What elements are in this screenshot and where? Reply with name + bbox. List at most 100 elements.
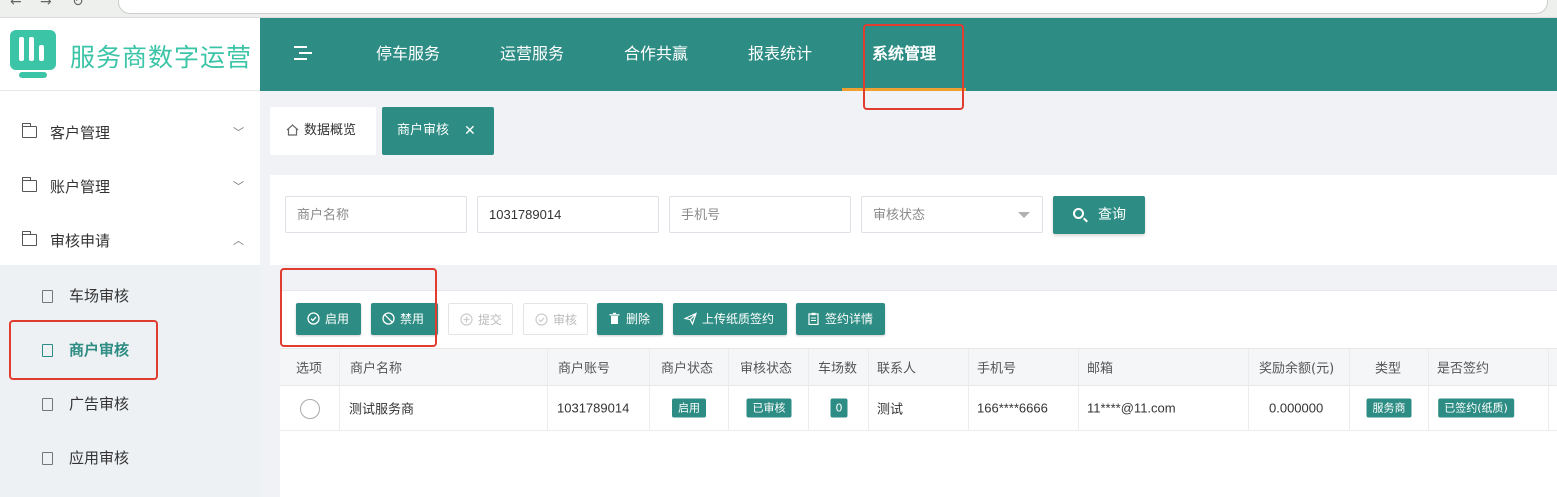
header-cell: 车场数 (809, 349, 869, 385)
folder-icon (21, 123, 37, 138)
row-cell: 已审核 (729, 386, 809, 430)
search-icon (1073, 208, 1084, 219)
nav-operation-service[interactable]: 运营服务 (492, 18, 572, 91)
sidebar-item-label: 应用审核 (69, 449, 130, 467)
row-cell: 已签约(纸质) (1429, 386, 1549, 430)
cell-reward-balance: 0.000000 (1269, 400, 1324, 416)
phone-input[interactable]: 手机号 (669, 196, 851, 233)
app-logo-base (19, 72, 47, 78)
audit-button[interactable]: 审核 (523, 303, 588, 335)
nav-cooperation[interactable]: 合作共赢 (616, 18, 696, 91)
header-audit-status: 审核状态 (740, 361, 793, 377)
close-icon[interactable]: ✕ (464, 107, 476, 155)
trash-icon (609, 312, 620, 324)
table-header: 选项 商户名称 商户账号 商户状态 审核状态 车场数 联系人 手机号 邮箱 奖励… (280, 348, 1557, 386)
address-bar[interactable] (118, 0, 1548, 14)
account-input[interactable]: 1031789014 (477, 196, 659, 233)
row-cell: 测试服务商 (340, 386, 548, 430)
merchant-status-badge: 启用 (672, 398, 706, 418)
sidebar: 客户管理 ﹀ 账户管理 ﹀ 审核申请 ︿ 车场审核 商户审核 广告审核 应用审核 (0, 91, 260, 497)
menu-collapse-icon[interactable] (294, 46, 312, 60)
table-row[interactable]: 测试服务商 1031789014 启用 已审核 0 测试 166****6666… (280, 386, 1557, 431)
header-type: 类型 (1375, 361, 1402, 377)
header-cell: 商户账号 (548, 349, 650, 385)
header-merchant-name: 商户名称 (350, 361, 403, 377)
merchant-name-input[interactable]: 商户名称 (285, 196, 467, 233)
row-cell: 1031789014 (548, 386, 650, 430)
folder-icon (21, 177, 37, 192)
sidebar-group-audit[interactable]: 审核申请 ︿ (0, 214, 260, 268)
audit-status-placeholder: 审核状态 (873, 207, 926, 222)
row-cell: 服务商 (1350, 386, 1429, 430)
sidebar-group-account[interactable]: 账户管理 ﹀ (0, 160, 260, 214)
folder-icon (21, 231, 37, 246)
logo-area: 服务商数字运营 (0, 18, 260, 91)
sidebar-item-lot-audit[interactable]: 车场审核 (0, 269, 260, 323)
disable-button-label: 禁用 (400, 312, 425, 326)
row-select-radio[interactable] (300, 399, 320, 419)
header-cell: 奖励余额(元) (1249, 349, 1350, 385)
reload-icon[interactable]: ↻ (72, 0, 84, 10)
header-cell: 审核状态 (729, 349, 809, 385)
send-icon (684, 312, 697, 325)
submit-button[interactable]: 提交 (448, 303, 513, 335)
header-cell: 联系人 (869, 349, 969, 385)
tab-label: 商户审核 (397, 123, 450, 138)
nav-reports[interactable]: 报表统计 (740, 18, 820, 91)
enable-button-label: 启用 (325, 312, 350, 326)
header-merchant-status: 商户状态 (661, 361, 714, 377)
document-icon (42, 452, 53, 465)
header-phone: 手机号 (977, 361, 1017, 377)
cell-email: 11****@11.com (1087, 400, 1176, 416)
search-panel: 商户名称 1031789014 手机号 审核状态 查询 (270, 175, 1557, 265)
chevron-down-icon: ﹀ (233, 126, 244, 139)
cell-contact: 测试 (877, 401, 904, 417)
clipboard-icon (808, 312, 819, 325)
audit-button-label: 审核 (553, 313, 578, 327)
cell-account: 1031789014 (557, 400, 630, 416)
sidebar-submenu: 车场审核 商户审核 广告审核 应用审核 (0, 265, 260, 497)
nav-parking-service[interactable]: 停车服务 (368, 18, 448, 91)
sidebar-item-merchant-audit[interactable]: 商户审核 (0, 323, 260, 377)
nav-system-management[interactable]: 系统管理 (842, 18, 966, 91)
query-button[interactable]: 查询 (1053, 196, 1145, 234)
sidebar-group-label: 客户管理 (50, 124, 111, 142)
header-email: 邮箱 (1087, 361, 1114, 377)
query-button-label: 查询 (1098, 207, 1126, 223)
header-cell: 类型 (1350, 349, 1429, 385)
header-cell: 是否签约 (1429, 349, 1549, 385)
ban-icon (382, 312, 395, 325)
disable-button[interactable]: 禁用 (371, 303, 438, 335)
delete-button[interactable]: 删除 (597, 303, 663, 335)
upload-paper-contract-label: 上传纸质签约 (702, 312, 775, 326)
check-circle-icon (535, 313, 548, 326)
cell-phone: 166****6666 (977, 400, 1048, 416)
sidebar-group-label: 审核申请 (50, 232, 111, 250)
tab-data-overview[interactable]: 数据概览 (270, 107, 376, 155)
header-contact: 联系人 (877, 361, 917, 377)
row-cell: 0.000000 (1249, 386, 1350, 430)
header-reward-balance: 奖励余额(元) (1259, 361, 1335, 377)
home-icon (286, 124, 299, 136)
audit-status-badge: 已审核 (746, 398, 792, 418)
contract-detail-button[interactable]: 签约详情 (796, 303, 885, 335)
enable-button[interactable]: 启用 (296, 303, 361, 335)
header-cell: 邮箱 (1079, 349, 1249, 385)
tab-merchant-audit[interactable]: 商户审核 ✕ (382, 107, 494, 155)
row-cell: 166****6666 (969, 386, 1079, 430)
header-lot-count: 车场数 (818, 361, 858, 377)
header-cell: 商户名称 (340, 349, 548, 385)
sidebar-item-app-audit[interactable]: 应用审核 (0, 431, 260, 485)
document-icon (42, 290, 53, 303)
submit-button-label: 提交 (478, 313, 503, 327)
back-icon[interactable]: ← (10, 0, 22, 10)
lot-count-badge[interactable]: 0 (830, 398, 848, 418)
app-logo-icon (10, 30, 56, 70)
sidebar-item-ad-audit[interactable]: 广告审核 (0, 377, 260, 431)
table-panel: 启用 禁用 提交 审核 删除 上传纸质签约 签约详情 选项 商户名称 商户账号 … (280, 290, 1557, 497)
sidebar-group-customer[interactable]: 客户管理 ﹀ (0, 106, 260, 160)
audit-status-select[interactable]: 审核状态 (861, 196, 1043, 233)
upload-paper-contract-button[interactable]: 上传纸质签约 (673, 303, 787, 335)
forward-icon[interactable]: → (40, 0, 52, 10)
sidebar-item-label: 商户审核 (69, 341, 130, 359)
